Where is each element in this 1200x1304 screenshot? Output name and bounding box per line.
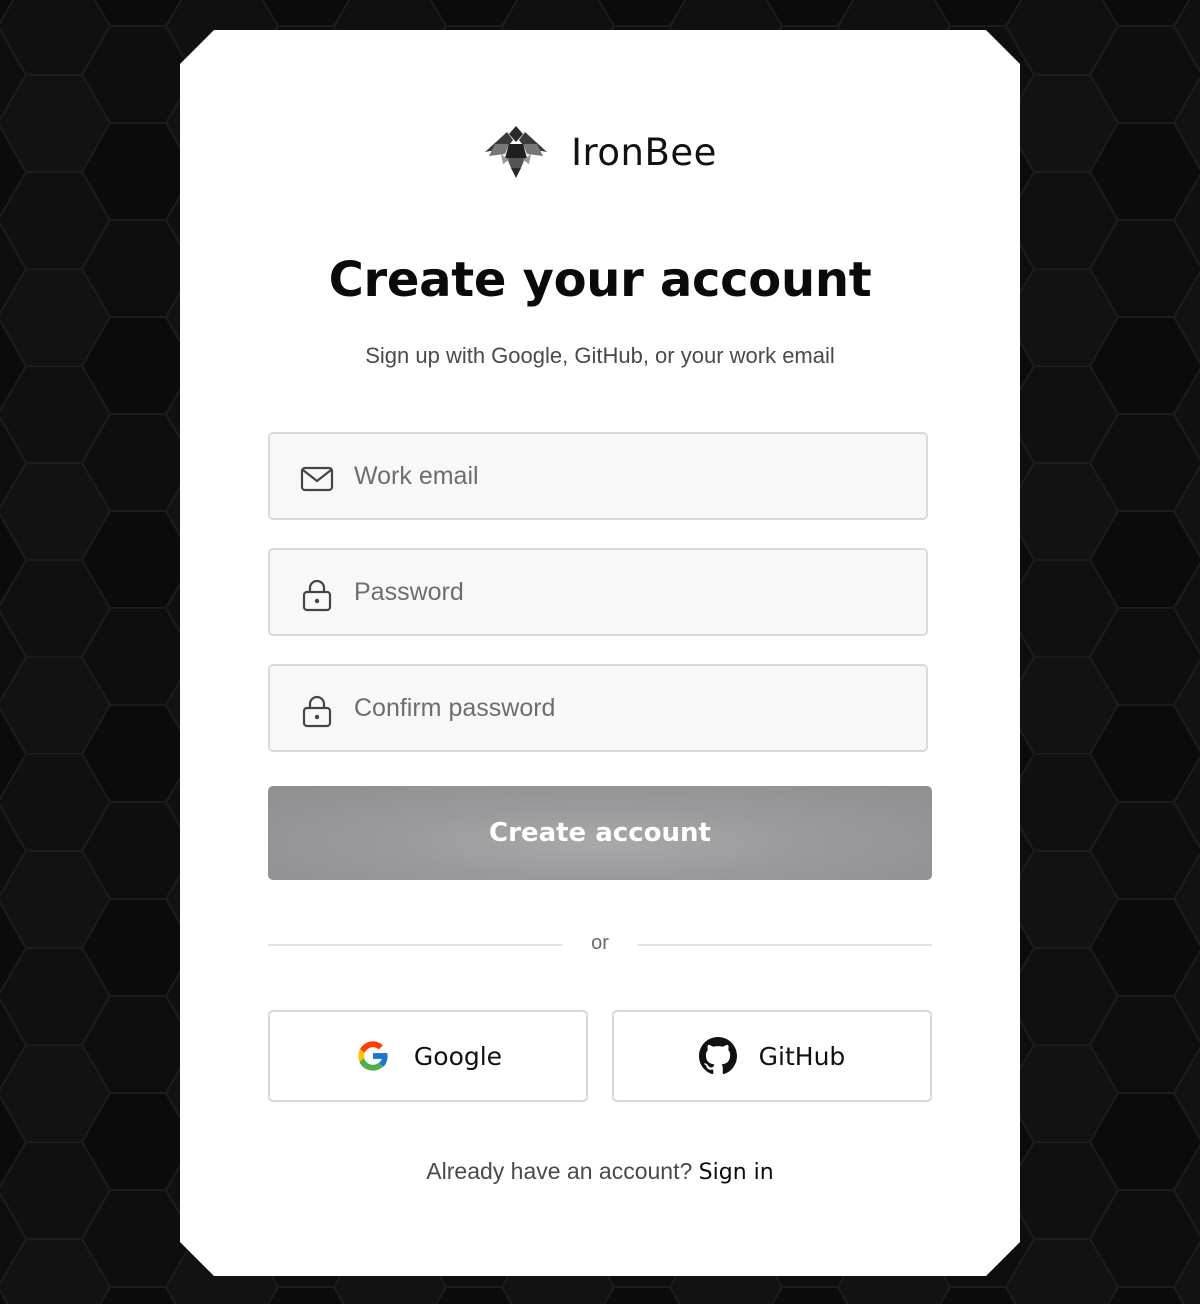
lock-icon [300, 578, 334, 612]
google-signup-button[interactable]: Google [268, 1010, 588, 1102]
email-input[interactable] [354, 434, 914, 518]
brand-name: IronBee [571, 130, 717, 174]
signin-prompt: Already have an account? [426, 1158, 693, 1184]
email-field[interactable] [268, 432, 928, 520]
divider-line-right [638, 944, 932, 946]
or-divider: or [268, 930, 932, 960]
signup-card: IronBee Create your account Sign up with… [180, 30, 1020, 1276]
confirm-password-input[interactable] [354, 666, 914, 750]
password-field[interactable] [268, 548, 928, 636]
github-signup-button[interactable]: GitHub [612, 1010, 932, 1102]
sign-in-link[interactable]: Sign in [699, 1160, 774, 1185]
page-title: Create your account [328, 252, 872, 308]
bee-logo-icon [483, 124, 549, 180]
github-icon [699, 1037, 737, 1075]
brand: IronBee [180, 124, 1020, 180]
create-account-button[interactable]: Create account [268, 786, 932, 880]
confirm-password-field[interactable] [268, 664, 928, 752]
lock-icon [300, 694, 334, 728]
password-input[interactable] [354, 550, 914, 634]
page-subtitle: Sign up with Google, GitHub, or your wor… [365, 343, 835, 368]
signin-row: Already have an account? Sign in [180, 1158, 1020, 1185]
google-icon [354, 1037, 392, 1075]
google-label: Google [413, 1041, 503, 1071]
github-label: GitHub [758, 1041, 846, 1071]
mail-icon [300, 462, 334, 496]
